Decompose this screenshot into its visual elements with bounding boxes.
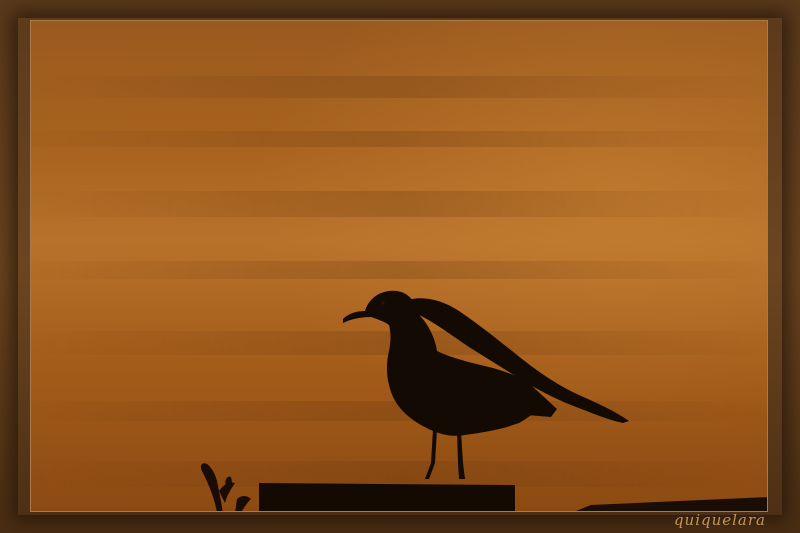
seagull-eye (381, 301, 385, 305)
photographer-signature: quiquelara (673, 511, 766, 529)
post (259, 483, 515, 511)
photo-canvas (31, 21, 767, 511)
photo (30, 20, 768, 512)
